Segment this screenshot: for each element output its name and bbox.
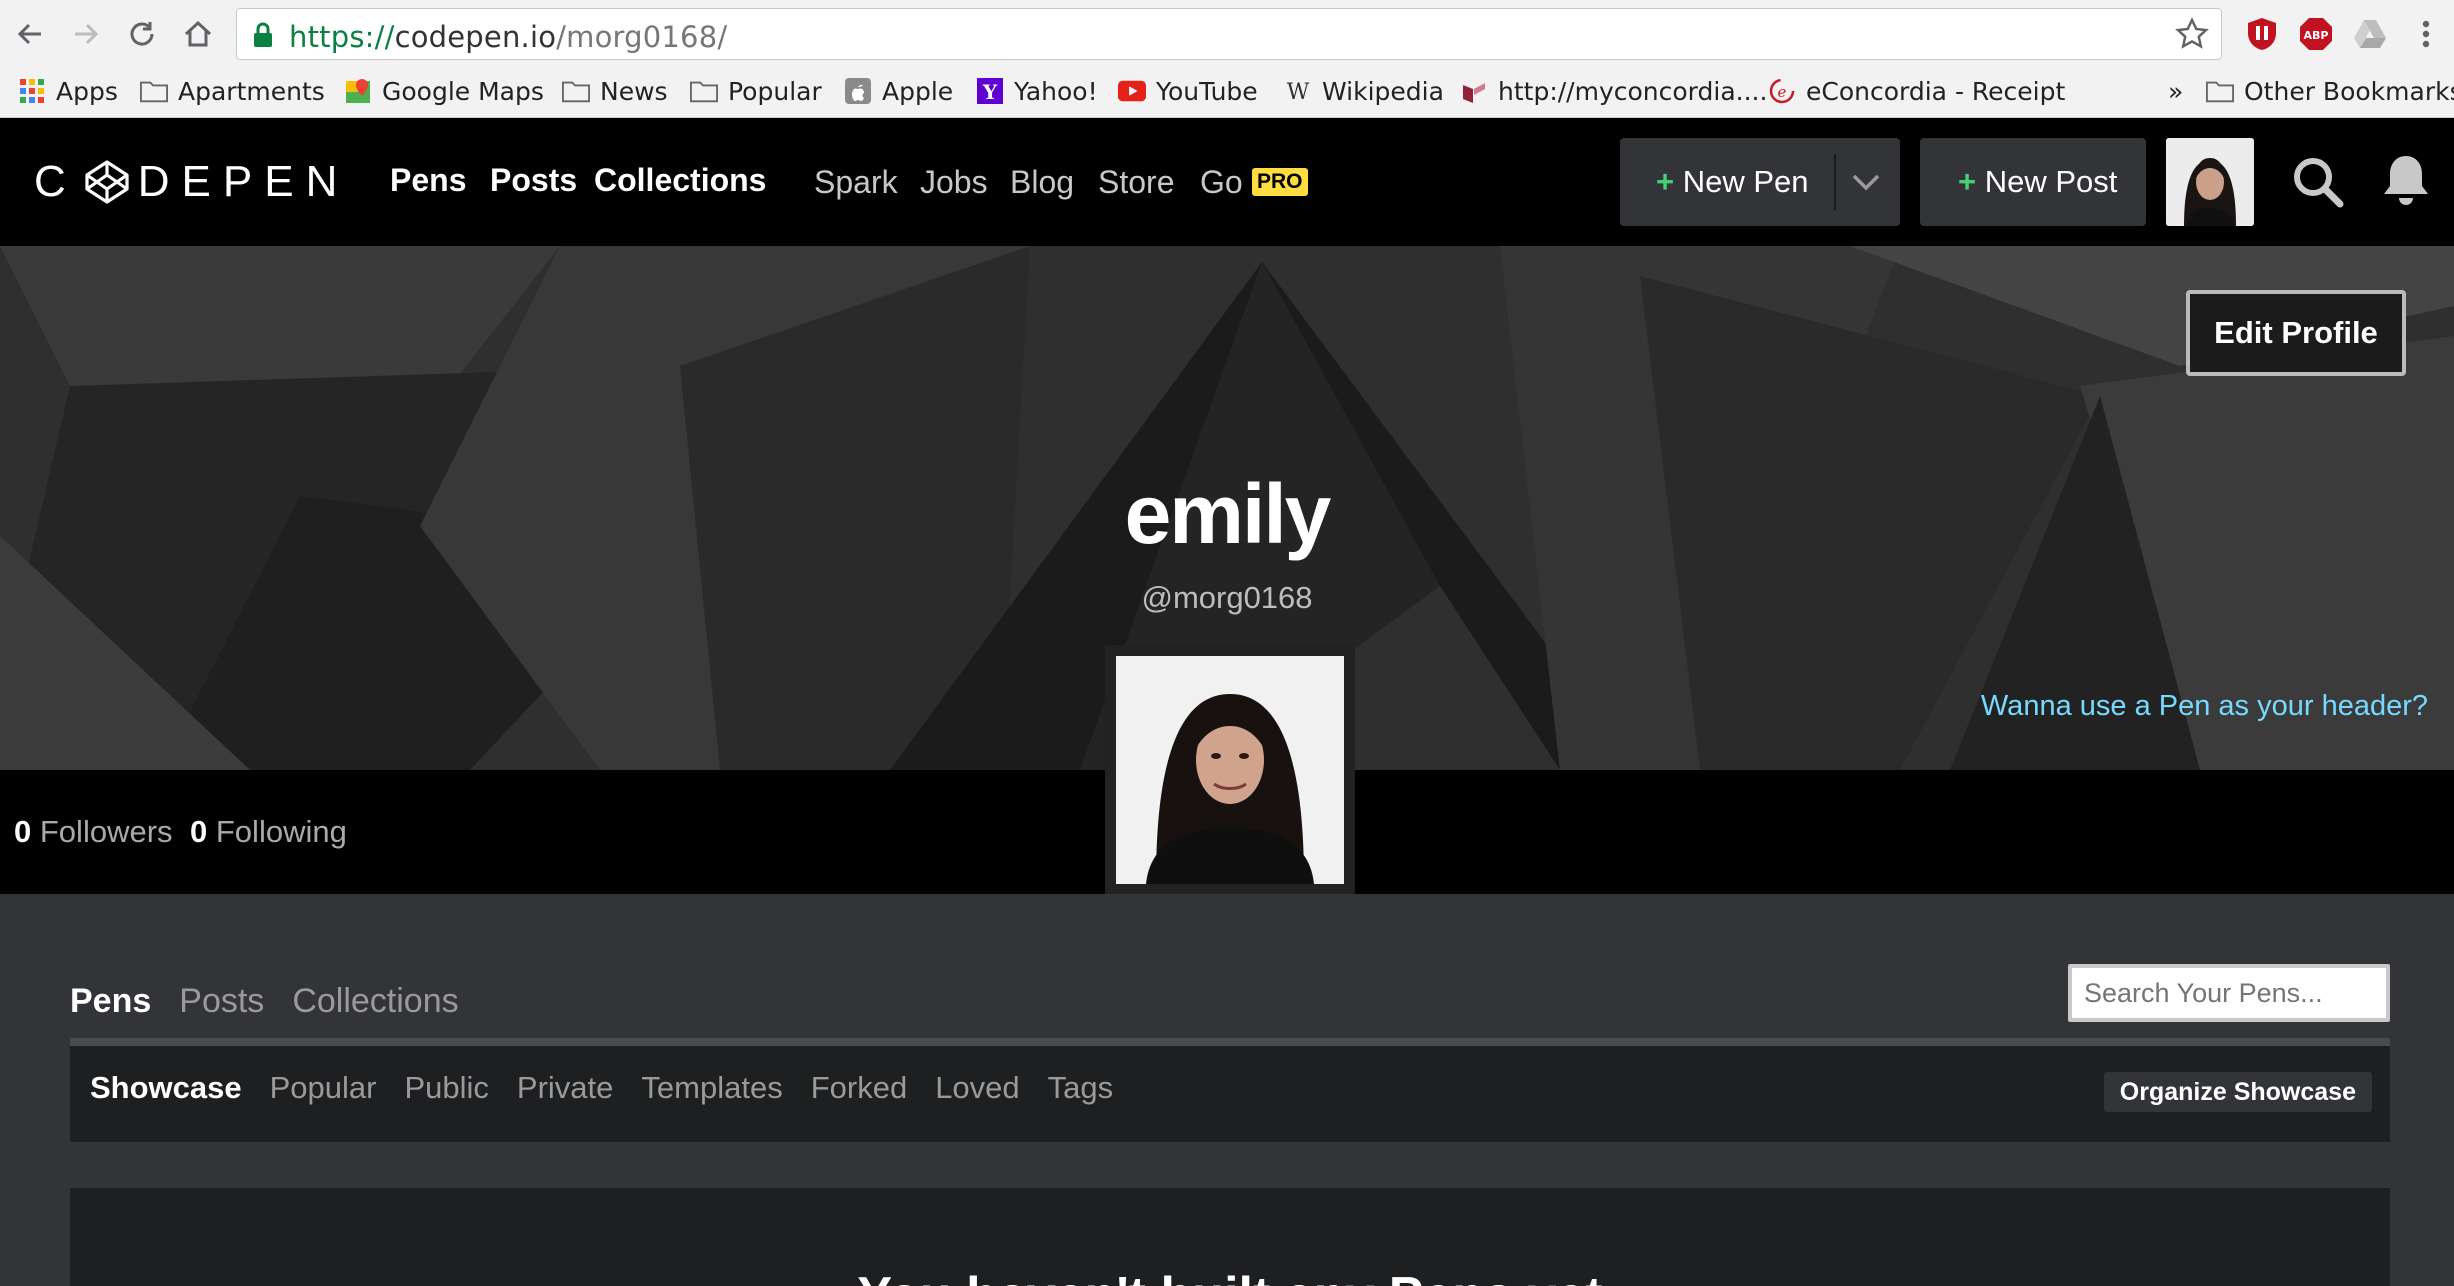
home-icon <box>184 20 212 47</box>
svg-text:ABP: ABP <box>2304 29 2329 42</box>
profile-handle: @morg0168 <box>1141 580 1313 615</box>
pro-badge[interactable]: PRO <box>1252 168 1308 196</box>
concordia-icon <box>1460 78 1488 104</box>
bookmarks-bar: Apps Apartments Google Maps News Popular… <box>0 68 2454 114</box>
tab-pens[interactable]: Pens <box>70 982 151 1021</box>
drive-icon[interactable] <box>2350 14 2390 54</box>
codepen-cube-icon <box>85 160 129 204</box>
following-stat[interactable]: 0 Following <box>190 814 347 850</box>
home-button[interactable] <box>176 12 220 56</box>
adblock-plus-icon[interactable]: ABP <box>2296 14 2336 54</box>
new-pen-button[interactable]: + New Pen <box>1620 138 1900 226</box>
menu-kebab-icon[interactable] <box>2406 14 2446 54</box>
reload-icon <box>130 22 154 46</box>
browser-toolbar: https://codepen.io/morg0168/ ABP Apps Ap… <box>0 0 2454 118</box>
notifications-bell-icon[interactable] <box>2380 152 2432 210</box>
back-arrow-icon <box>17 23 41 45</box>
subtab-popular[interactable]: Popular <box>270 1070 377 1106</box>
bookmark-wikipedia[interactable]: W Wikipedia <box>1284 72 1444 110</box>
subtab-tags[interactable]: Tags <box>1048 1070 1113 1106</box>
nav-blog[interactable]: Blog <box>1010 164 1074 201</box>
new-post-button[interactable]: + New Post <box>1920 138 2146 226</box>
nav-collections[interactable]: Collections <box>594 162 766 199</box>
wikipedia-icon: W <box>1284 78 1312 104</box>
nav-store[interactable]: Store <box>1098 164 1174 201</box>
bookmark-youtube[interactable]: YouTube <box>1118 72 1258 110</box>
subtab-private[interactable]: Private <box>517 1070 613 1106</box>
svg-text:W: W <box>1287 80 1310 104</box>
search-pens-input[interactable] <box>2068 964 2390 1022</box>
svg-text:Y: Y <box>982 80 998 104</box>
back-button[interactable] <box>8 12 52 56</box>
pen-as-header-link[interactable]: Wanna use a Pen as your header? <box>1981 690 2428 723</box>
tab-collections[interactable]: Collections <box>292 982 458 1021</box>
bookmark-econcordia-receipt[interactable]: e eConcordia - Receipt <box>1768 72 2065 110</box>
url-text: https://codepen.io/morg0168/ <box>289 20 728 54</box>
apps-grid-icon <box>18 78 46 104</box>
yahoo-icon: Y <box>976 78 1004 104</box>
profile-tabs: Pens Posts Collections <box>70 982 459 1021</box>
bookmark-apartments[interactable]: Apartments <box>140 72 325 110</box>
bookmark-apps[interactable]: Apps <box>18 72 118 110</box>
nav-pens[interactable]: Pens <box>390 162 466 199</box>
ublock-icon[interactable] <box>2242 14 2282 54</box>
folder-icon <box>2206 78 2234 104</box>
profile-photo <box>1116 656 1344 884</box>
chevron-down-icon[interactable] <box>1848 164 1884 200</box>
subtab-public[interactable]: Public <box>404 1070 488 1106</box>
bookmarks-overflow-chevron[interactable]: » <box>2168 72 2183 110</box>
edit-profile-button[interactable]: Edit Profile <box>2186 290 2406 376</box>
subtab-loved[interactable]: Loved <box>935 1070 1019 1106</box>
bookmark-star-icon[interactable] <box>2173 15 2211 53</box>
forward-button[interactable] <box>64 12 108 56</box>
pens-filter-bar: Showcase Popular Public Private Template… <box>70 1046 2390 1142</box>
svg-text:e: e <box>1778 83 1787 101</box>
address-bar[interactable]: https://codepen.io/morg0168/ <box>236 8 2222 60</box>
nav-spark[interactable]: Spark <box>814 164 898 201</box>
youtube-icon <box>1118 78 1146 104</box>
subtab-showcase[interactable]: Showcase <box>90 1070 242 1106</box>
folder-icon <box>140 78 168 104</box>
bookmark-news[interactable]: News <box>562 72 668 110</box>
empty-state-panel: You haven't built any Pens yet <box>70 1188 2390 1286</box>
followers-stat[interactable]: 0 Followers <box>14 814 173 850</box>
search-icon[interactable] <box>2290 154 2346 210</box>
profile-content: Pens Posts Collections Showcase Popular … <box>0 894 2454 1286</box>
apple-icon <box>844 78 872 104</box>
subtab-forked[interactable]: Forked <box>811 1070 907 1106</box>
forward-arrow-icon <box>75 23 99 45</box>
reload-button[interactable] <box>120 12 164 56</box>
codepen-logo[interactable]: C DEPEN <box>34 156 349 208</box>
folder-icon <box>690 78 718 104</box>
google-maps-icon <box>344 78 372 104</box>
bookmark-popular[interactable]: Popular <box>690 72 822 110</box>
nav-jobs[interactable]: Jobs <box>920 164 988 201</box>
tabs-divider <box>70 1038 2390 1046</box>
lock-icon <box>254 22 272 47</box>
empty-state-title: You haven't built any Pens yet <box>70 1266 2390 1286</box>
bookmark-other-bookmarks[interactable]: Other Bookmarks <box>2206 72 2454 110</box>
subtab-templates[interactable]: Templates <box>641 1070 782 1106</box>
profile-name: emily <box>1124 467 1332 561</box>
organize-showcase-button[interactable]: Organize Showcase <box>2103 1072 2372 1112</box>
bookmark-apple[interactable]: Apple <box>844 72 953 110</box>
codepen-header: C DEPEN Pens Posts Collections Spark Job… <box>0 118 2454 246</box>
econcordia-icon: e <box>1768 78 1796 104</box>
nav-posts[interactable]: Posts <box>490 162 577 199</box>
user-avatar[interactable] <box>2166 138 2254 226</box>
bookmark-myconcordia[interactable]: http://myconcordia.... <box>1460 72 1767 110</box>
folder-icon <box>562 78 590 104</box>
bookmark-google-maps[interactable]: Google Maps <box>344 72 544 110</box>
profile-avatar <box>1105 645 1355 895</box>
bookmark-yahoo[interactable]: Y Yahoo! <box>976 72 1098 110</box>
nav-go[interactable]: Go <box>1200 164 1243 201</box>
tab-posts[interactable]: Posts <box>179 982 264 1021</box>
